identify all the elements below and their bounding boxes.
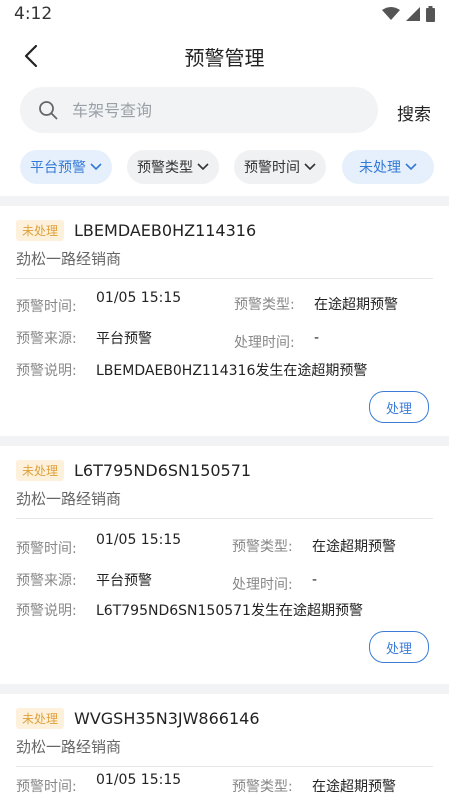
dealer-name: 劲松一路经销商 [16, 250, 122, 268]
alert-desc-label: 预警说明: [16, 363, 77, 379]
chevron-down-icon [197, 163, 209, 171]
alert-time-value: 01/05 15:15 [96, 532, 182, 548]
alert-desc-value: L6T795ND6SN150571发生在途超期预警 [96, 603, 363, 619]
card-header: 未处理 LBEMDAEB0HZ114316 [16, 220, 256, 241]
alert-desc-value: LBEMDAEB0HZ114316发生在途超期预警 [96, 363, 368, 379]
alert-time-value: 01/05 15:15 [96, 290, 182, 306]
dealer-name: 劲松一路经销商 [16, 738, 122, 756]
chevron-down-icon [304, 163, 316, 171]
alert-type-value: 在途超期预警 [314, 297, 398, 313]
battery-icon [426, 6, 435, 22]
header: 预警管理 [0, 30, 449, 82]
alert-time-label: 预警时间: [16, 299, 77, 315]
filter-alert-type[interactable]: 预警类型 [127, 150, 219, 184]
status-badge: 未处理 [16, 460, 65, 481]
chevron-down-icon [405, 163, 417, 171]
divider [16, 518, 433, 519]
alert-type-label: 预警类型: [232, 539, 293, 555]
filter-row: 平台预警 预警类型 预警时间 未处理 [0, 148, 449, 188]
alert-type-value: 在途超期预警 [312, 779, 396, 795]
filter-label: 预警类型 [137, 160, 193, 176]
vin-number: WVGSH35N3JW866146 [74, 709, 260, 728]
divider [16, 278, 433, 279]
alert-time-label: 预警时间: [16, 541, 77, 557]
search-row: 搜索 [0, 86, 449, 136]
status-time: 4:12 [14, 4, 53, 24]
handle-time-label: 处理时间: [232, 577, 293, 593]
alert-type-label: 预警类型: [234, 297, 295, 313]
alert-source-value: 平台预警 [96, 573, 152, 589]
alert-time-label: 预警时间: [16, 779, 77, 795]
alert-card[interactable]: 未处理 WVGSH35N3JW866146 劲松一路经销商 预警时间: 01/0… [0, 694, 449, 800]
card-header: 未处理 L6T795ND6SN150571 [16, 460, 251, 481]
page-title: 预警管理 [184, 46, 265, 70]
dealer-name: 劲松一路经销商 [16, 490, 122, 508]
signal-icon [406, 7, 420, 21]
status-bar: 4:12 [0, 0, 449, 30]
alert-type-value: 在途超期预警 [312, 539, 396, 555]
card-header: 未处理 WVGSH35N3JW866146 [16, 708, 260, 729]
alert-time-value: 01/05 15:15 [96, 772, 182, 788]
divider [16, 766, 433, 767]
status-badge: 未处理 [16, 220, 65, 241]
separator [0, 196, 449, 206]
filter-platform-alert[interactable]: 平台预警 [20, 150, 112, 184]
alert-desc-label: 预警说明: [16, 603, 77, 619]
handle-button[interactable]: 处理 [369, 631, 429, 663]
search-button[interactable]: 搜索 [397, 100, 431, 125]
handle-time-label: 处理时间: [234, 335, 295, 351]
status-badge: 未处理 [16, 708, 65, 729]
filter-label: 未处理 [359, 160, 401, 176]
vin-number: L6T795ND6SN150571 [74, 461, 252, 480]
vin-search-input[interactable] [70, 99, 364, 121]
alert-card[interactable]: 未处理 LBEMDAEB0HZ114316 劲松一路经销商 预警时间: 01/0… [0, 206, 449, 436]
filter-label: 预警时间 [244, 160, 300, 176]
chevron-down-icon [90, 163, 102, 171]
alert-source-label: 预警来源: [16, 331, 77, 347]
wifi-icon [382, 7, 400, 20]
vin-number: LBEMDAEB0HZ114316 [74, 221, 257, 240]
search-box [20, 87, 378, 133]
filter-alert-time[interactable]: 预警时间 [234, 150, 326, 184]
alert-card[interactable]: 未处理 L6T795ND6SN150571 劲松一路经销商 预警时间: 01/0… [0, 446, 449, 684]
handle-time-value: - [314, 330, 320, 346]
alert-source-label: 预警来源: [16, 573, 77, 589]
separator [0, 684, 449, 694]
filter-unhandled[interactable]: 未处理 [342, 150, 434, 184]
search-icon [38, 99, 60, 121]
alert-type-label: 预警类型: [232, 779, 293, 795]
alert-source-value: 平台预警 [96, 331, 152, 347]
handle-time-value: - [312, 572, 318, 588]
filter-label: 平台预警 [30, 160, 86, 176]
separator [0, 436, 449, 446]
status-icons [382, 6, 435, 22]
handle-button[interactable]: 处理 [369, 391, 429, 423]
